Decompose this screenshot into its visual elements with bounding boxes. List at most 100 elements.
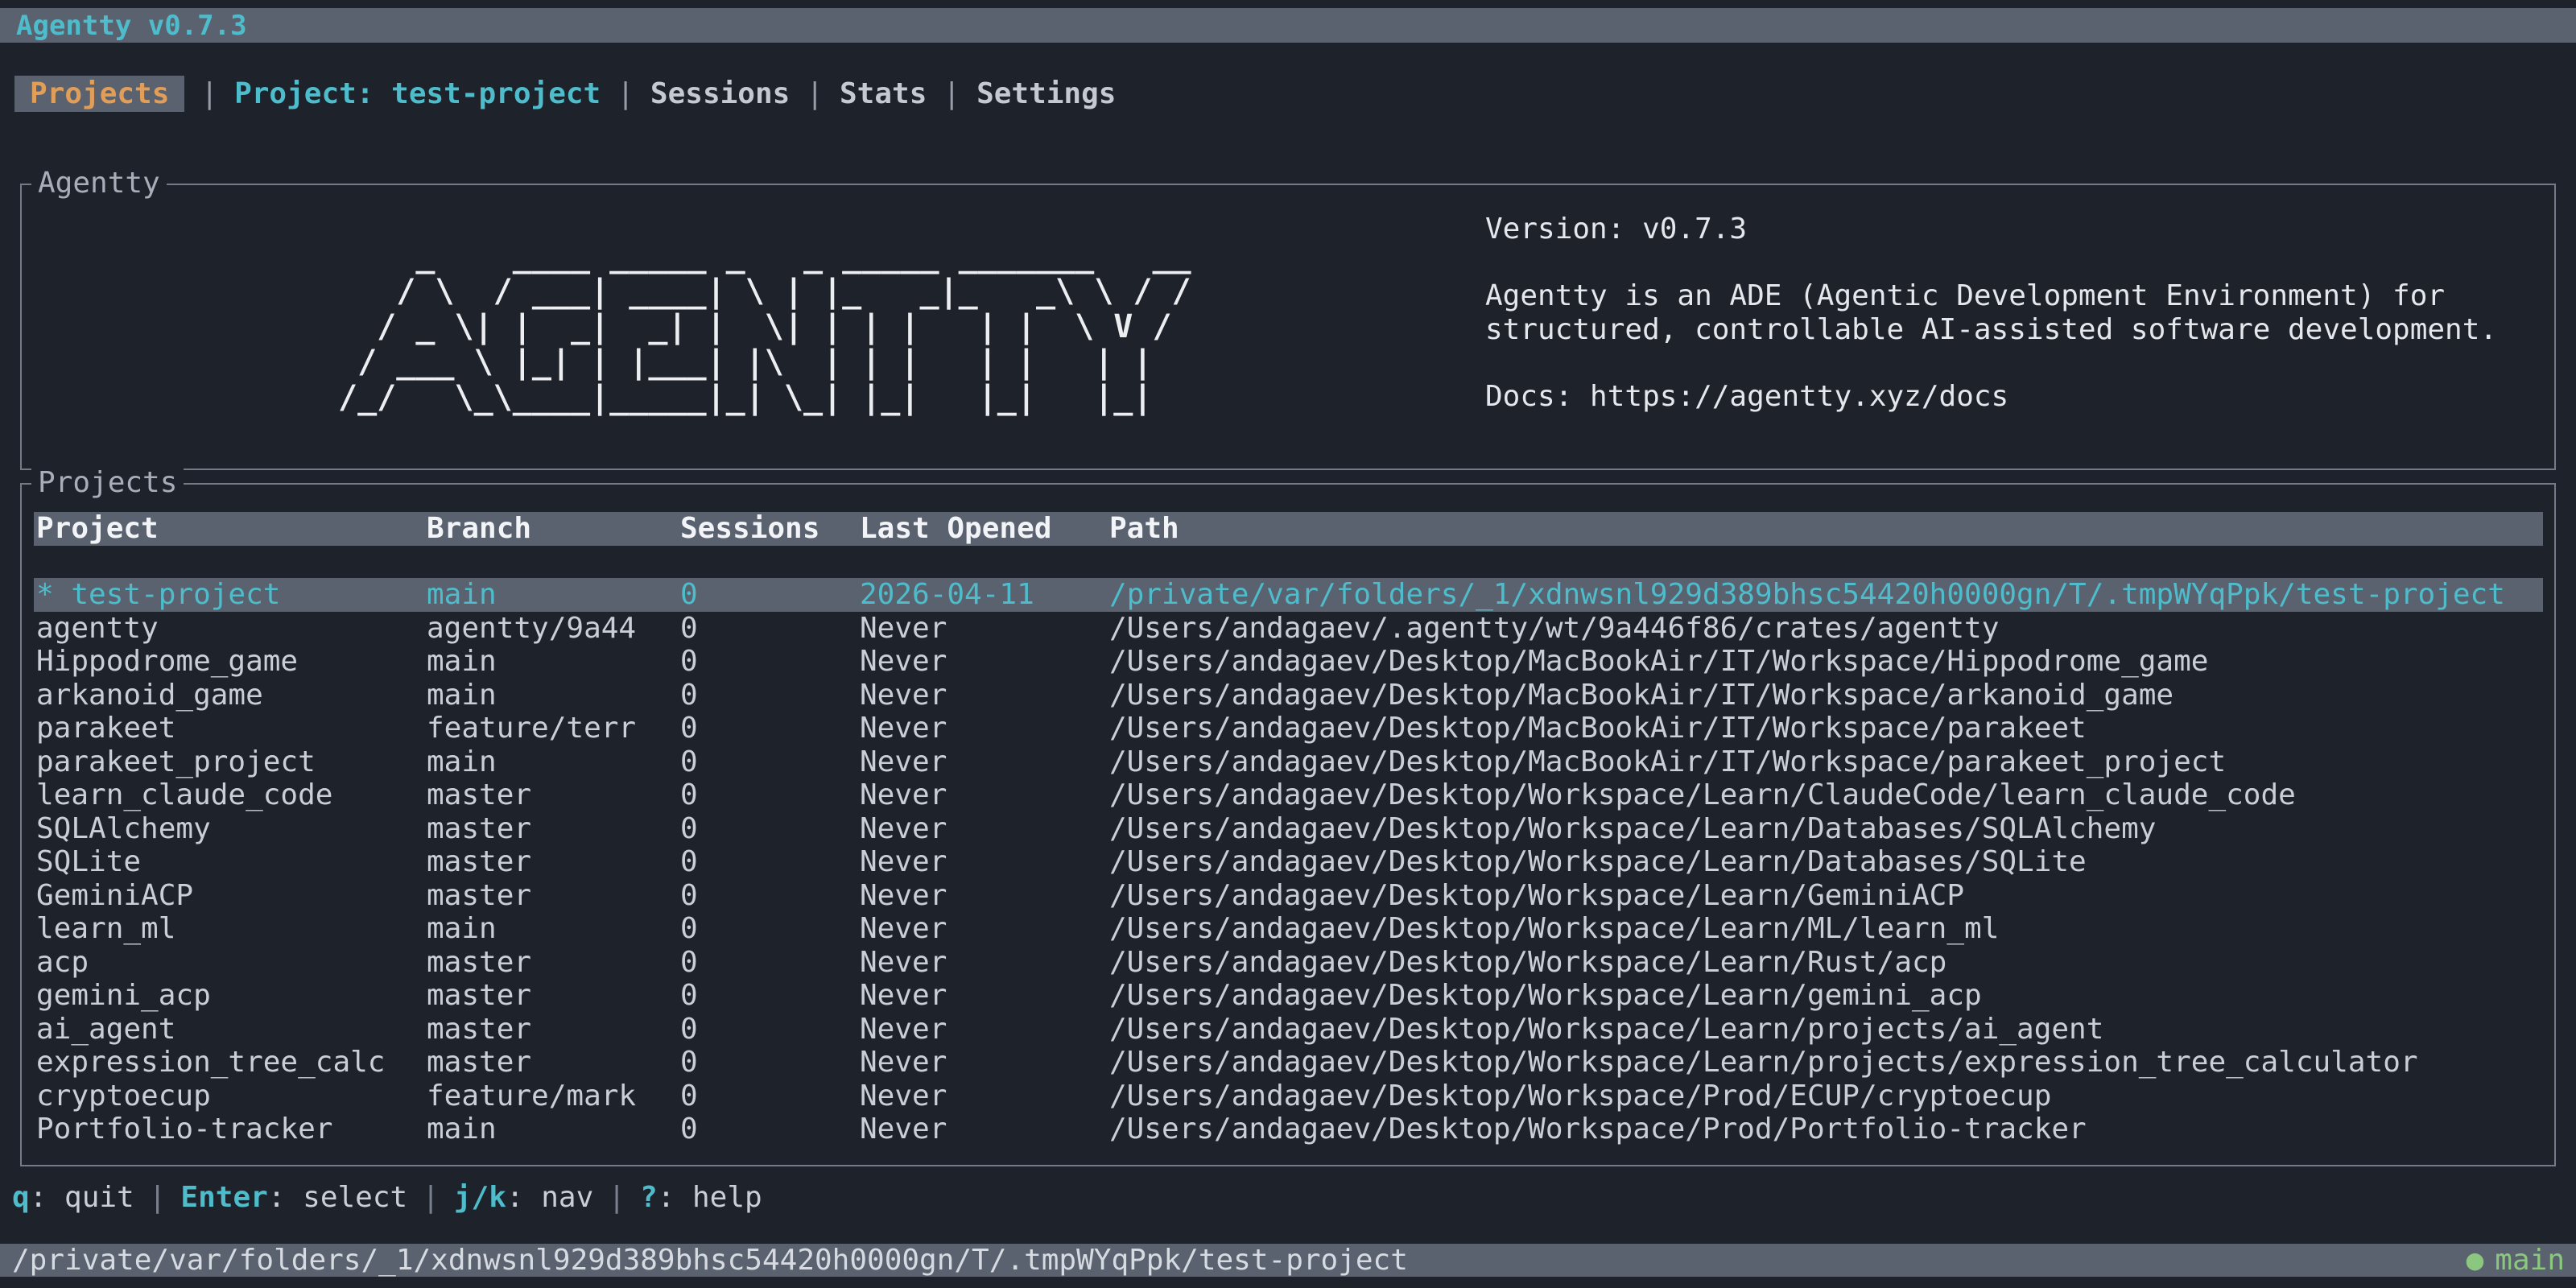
cell-last-opened: Never — [860, 679, 947, 712]
cell-last-opened: Never — [860, 912, 947, 946]
about-info-line: Version: v0.7.3 — [1485, 213, 2497, 246]
about-info-line: structured, controllable AI-assisted sof… — [1485, 313, 2497, 347]
about-info-line — [1485, 346, 2497, 380]
cell-last-opened: Never — [860, 946, 947, 980]
cell-branch: main — [427, 645, 497, 679]
cell-branch: master — [427, 879, 531, 913]
cell-branch: feature/terr — [427, 712, 636, 745]
cell-branch: main — [427, 679, 497, 712]
tab-separator: | — [184, 77, 234, 110]
table-row[interactable]: Hippodrome_gamemain0Never/Users/andagaev… — [34, 645, 2543, 679]
cell-branch: master — [427, 778, 531, 812]
cell-project: Portfolio-tracker — [36, 1113, 332, 1146]
column-header-path: Path — [1109, 512, 1179, 546]
tab-separator: | — [927, 77, 976, 110]
cell-path: /Users/andagaev/Desktop/MacBookAir/IT/Wo… — [1109, 712, 2087, 745]
cell-branch: master — [427, 1046, 531, 1080]
table-row[interactable]: arkanoid_gamemain0Never/Users/andagaev/D… — [34, 679, 2543, 712]
cell-path: /Users/andagaev/Desktop/Workspace/Learn/… — [1109, 946, 1946, 980]
cell-sessions: 0 — [680, 912, 698, 946]
cell-sessions: 0 — [680, 979, 698, 1013]
branch-status-dot-icon: ● — [2467, 1244, 2484, 1277]
cell-last-opened: Never — [860, 845, 947, 879]
table-row[interactable]: agenttyagentty/9a440Never/Users/andagaev… — [34, 612, 2543, 646]
cell-sessions: 0 — [680, 1080, 698, 1113]
cell-sessions: 0 — [680, 1046, 698, 1080]
cell-project: arkanoid_game — [36, 679, 263, 712]
cell-project: agentty — [36, 612, 159, 646]
status-path: /private/var/folders/_1/xdnwsnl929d389bh… — [12, 1244, 1408, 1277]
tab-stats[interactable]: Stats — [840, 76, 927, 112]
table-row[interactable]: learn_mlmain0Never/Users/andagaev/Deskto… — [34, 912, 2543, 946]
about-panel: Agentty _ ____ _____ _ _ _____ _______ _… — [20, 184, 2556, 470]
cell-branch: master — [427, 946, 531, 980]
table-row[interactable]: SQLitemaster0Never/Users/andagaev/Deskto… — [34, 845, 2543, 879]
cell-project: expression_tree_calc — [36, 1046, 385, 1080]
tab-settings[interactable]: Settings — [976, 76, 1116, 112]
cell-project: GeminiACP — [36, 879, 193, 913]
cell-path: /Users/andagaev/Desktop/Workspace/Learn/… — [1109, 778, 2296, 812]
cell-project: ai_agent — [36, 1013, 175, 1046]
cell-project: cryptoecup — [36, 1080, 211, 1113]
cell-project: acp — [36, 946, 89, 980]
table-row[interactable]: Portfolio-trackermain0Never/Users/andaga… — [34, 1113, 2543, 1146]
tab-project-test-project[interactable]: Project: test-project — [234, 76, 601, 112]
cell-last-opened: Never — [860, 1080, 947, 1113]
cell-path: /Users/andagaev/Desktop/Workspace/Learn/… — [1109, 845, 2087, 879]
cell-sessions: 0 — [680, 812, 698, 846]
cell-last-opened: Never — [860, 1013, 947, 1046]
cell-project: parakeet — [36, 712, 175, 745]
table-row[interactable]: acp master 0 Never/Users/andagaev/Desktop/W… — [34, 946, 2543, 980]
cell-branch: main — [427, 578, 497, 612]
table-row[interactable]: cryptoecupfeature/mark0Never/Users/andag… — [34, 1080, 2543, 1113]
cell-sessions: 0 — [680, 1113, 698, 1146]
help-key: ? — [640, 1181, 658, 1215]
cell-last-opened: Never — [860, 1046, 947, 1080]
status-bar: /private/var/folders/_1/xdnwsnl929d389bh… — [0, 1244, 2576, 1277]
help-desc: : nav — [506, 1181, 593, 1215]
column-header-sessions: Sessions — [680, 512, 819, 546]
tab-bar: Projects|Project: test-project|Sessions|… — [14, 75, 1116, 112]
cell-sessions: 0 — [680, 612, 698, 646]
git-branch-indicator: ●main — [2467, 1244, 2565, 1277]
table-row[interactable]: expression_tree_calcmaster0Never/Users/a… — [34, 1046, 2543, 1080]
cell-project: parakeet_project — [36, 745, 316, 779]
cell-branch: main — [427, 745, 497, 779]
cell-last-opened: 2026-04-11 — [860, 578, 1034, 612]
tab-projects[interactable]: Projects — [14, 76, 184, 112]
cell-last-opened: Never — [860, 612, 947, 646]
app-title: Agentty v0.7.3 — [16, 10, 247, 42]
cell-sessions: 0 — [680, 778, 698, 812]
ascii-logo: _ ____ _____ _ _ _____ _______ __ / \ / … — [338, 238, 1191, 415]
tab-sessions[interactable]: Sessions — [650, 76, 790, 112]
cell-branch: agentty/9a44 — [427, 612, 636, 646]
table-row[interactable]: gemini_acpmaster0Never/Users/andagaev/De… — [34, 979, 2543, 1013]
about-info: Version: v0.7.3 Agentty is an ADE (Agent… — [1485, 213, 2497, 413]
cell-sessions: 0 — [680, 946, 698, 980]
about-panel-title: Agentty — [31, 167, 167, 200]
cell-last-opened: Never — [860, 712, 947, 745]
tab-separator: | — [601, 77, 650, 110]
cell-project: * test-project — [36, 578, 280, 612]
table-row[interactable]: SQLAlchemymaster0Never/Users/andagaev/De… — [34, 812, 2543, 846]
help-desc: : quit — [30, 1181, 134, 1215]
table-row[interactable]: ai_agentmaster0Never/Users/andagaev/Desk… — [34, 1013, 2543, 1046]
cell-path: /Users/andagaev/Desktop/Workspace/Prod/P… — [1109, 1113, 2087, 1146]
table-row[interactable]: parakeet_projectmain0Never/Users/andagae… — [34, 745, 2543, 779]
cell-path: /Users/andagaev/Desktop/Workspace/Learn/… — [1109, 879, 1964, 913]
cell-path: /Users/andagaev/Desktop/MacBookAir/IT/Wo… — [1109, 645, 2208, 679]
table-row[interactable]: GeminiACP master 0 Never/Users/andagaev/Des… — [34, 879, 2543, 913]
cell-project: SQLite — [36, 845, 141, 879]
about-info-line: Agentty is an ADE (Agentic Development E… — [1485, 279, 2497, 313]
cell-last-opened: Never — [860, 879, 947, 913]
cell-path: /Users/andagaev/Desktop/Workspace/Learn/… — [1109, 1013, 2103, 1046]
help-separator: | — [407, 1181, 454, 1215]
cell-path: /private/var/folders/_1/xdnwsnl929d389bh… — [1109, 578, 2505, 612]
table-row[interactable]: learn_claude_codemaster0Never/Users/anda… — [34, 778, 2543, 812]
cell-project: learn_ml — [36, 912, 175, 946]
table-row[interactable]: * test-projectmain02026-04-11/private/va… — [34, 578, 2543, 612]
table-row[interactable]: parakeetfeature/terr0Never/Users/andagae… — [34, 712, 2543, 745]
cell-path: /Users/andagaev/Desktop/Workspace/Learn/… — [1109, 979, 1982, 1013]
cell-sessions: 0 — [680, 879, 698, 913]
cell-sessions: 0 — [680, 645, 698, 679]
